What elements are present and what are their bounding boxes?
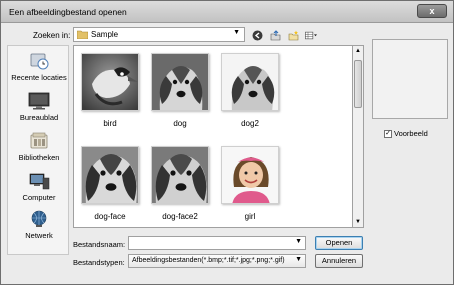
- libraries-icon: [30, 132, 48, 149]
- preview-checkbox[interactable]: ✓ Voorbeeld: [384, 129, 428, 138]
- places-bar: Recente locaties Bureaublad Bibliotheken: [7, 45, 69, 255]
- file-name: dog-face2: [162, 212, 198, 221]
- place-label: Recente locaties: [11, 73, 67, 82]
- cancel-button[interactable]: Annuleren: [315, 254, 363, 268]
- file-item-dog2[interactable]: dog2: [218, 53, 282, 128]
- look-in-label: Zoeken in:: [33, 31, 71, 40]
- place-label: Bureaublad: [19, 113, 59, 122]
- desktop-icon: [28, 92, 50, 110]
- thumbnail: [151, 53, 209, 111]
- folder-icon: [77, 30, 88, 39]
- file-name: dog: [173, 119, 187, 128]
- new-folder-icon[interactable]: [287, 29, 299, 41]
- back-icon[interactable]: [251, 29, 263, 41]
- scroll-up-icon[interactable]: ▲: [355, 48, 361, 54]
- scroll-down-icon[interactable]: ▼: [355, 219, 361, 225]
- filename-label: Bestandsnaam:: [73, 240, 126, 249]
- thumbnail: [151, 146, 209, 204]
- up-folder-icon[interactable]: [269, 29, 281, 41]
- place-recent-locations[interactable]: Recente locaties: [8, 52, 70, 82]
- chevron-down-icon[interactable]: ▼: [295, 238, 302, 245]
- network-icon: [31, 210, 47, 227]
- place-label: Computer: [22, 193, 56, 202]
- file-list-scrollbar[interactable]: ▲ ▼: [353, 45, 364, 228]
- file-item-dog[interactable]: dog: [148, 53, 212, 128]
- chevron-down-icon: ▼: [233, 29, 240, 36]
- open-file-dialog: Een afbeeldingbestand openen x Zoeken in…: [0, 0, 454, 285]
- thumbnail: [221, 53, 279, 111]
- checkbox-checked-icon[interactable]: ✓: [384, 129, 392, 138]
- title-bar[interactable]: Een afbeeldingbestand openen x: [1, 1, 453, 23]
- preview-label: Voorbeeld: [394, 129, 428, 138]
- file-item-dog-face[interactable]: dog-face: [78, 146, 142, 221]
- file-list: bird dog dog2 dog-face dog-face2 girl: [73, 45, 353, 228]
- file-name: bird: [103, 119, 117, 128]
- place-network[interactable]: Netwerk: [8, 210, 70, 240]
- filetype-dropdown[interactable]: Afbeeldingsbestanden(*.bmp;*.tif;*.jpg;*…: [128, 254, 306, 268]
- look-in-value: Sample: [91, 30, 119, 39]
- file-item-girl[interactable]: girl: [218, 146, 282, 221]
- filetype-label: Bestandstypen:: [73, 258, 125, 267]
- file-name: dog-face: [94, 212, 126, 221]
- file-item-bird[interactable]: bird: [78, 53, 142, 128]
- place-label: Bibliotheken: [18, 153, 60, 162]
- place-label: Netwerk: [25, 231, 53, 240]
- file-item-dog-face2[interactable]: dog-face2: [148, 146, 212, 221]
- thumbnail: [81, 146, 139, 204]
- close-button[interactable]: x: [417, 4, 447, 18]
- view-menu-icon[interactable]: [305, 29, 317, 41]
- file-name: girl: [244, 212, 256, 221]
- chevron-down-icon: ▼: [295, 256, 302, 263]
- preview-pane: [372, 39, 448, 119]
- recent-locations-icon: [30, 53, 49, 70]
- thumbnail: [81, 53, 139, 111]
- place-libraries[interactable]: Bibliotheken: [8, 132, 70, 162]
- computer-icon: [29, 173, 50, 190]
- place-computer[interactable]: Computer: [8, 172, 70, 202]
- scrollbar-thumb[interactable]: [354, 60, 362, 108]
- window-title: Een afbeeldingbestand openen: [9, 7, 127, 17]
- thumbnail: [221, 146, 279, 204]
- filetype-value: Afbeeldingsbestanden(*.bmp;*.tif;*.jpg;*…: [132, 257, 285, 264]
- navigation-toolbar: [251, 28, 317, 42]
- file-name: dog2: [241, 119, 259, 128]
- filename-input[interactable]: ▼: [128, 236, 306, 250]
- look-in-dropdown[interactable]: Sample ▼: [73, 27, 245, 42]
- place-desktop[interactable]: Bureaublad: [8, 92, 70, 122]
- open-button[interactable]: Openen: [315, 236, 363, 250]
- close-icon: x: [429, 6, 435, 16]
